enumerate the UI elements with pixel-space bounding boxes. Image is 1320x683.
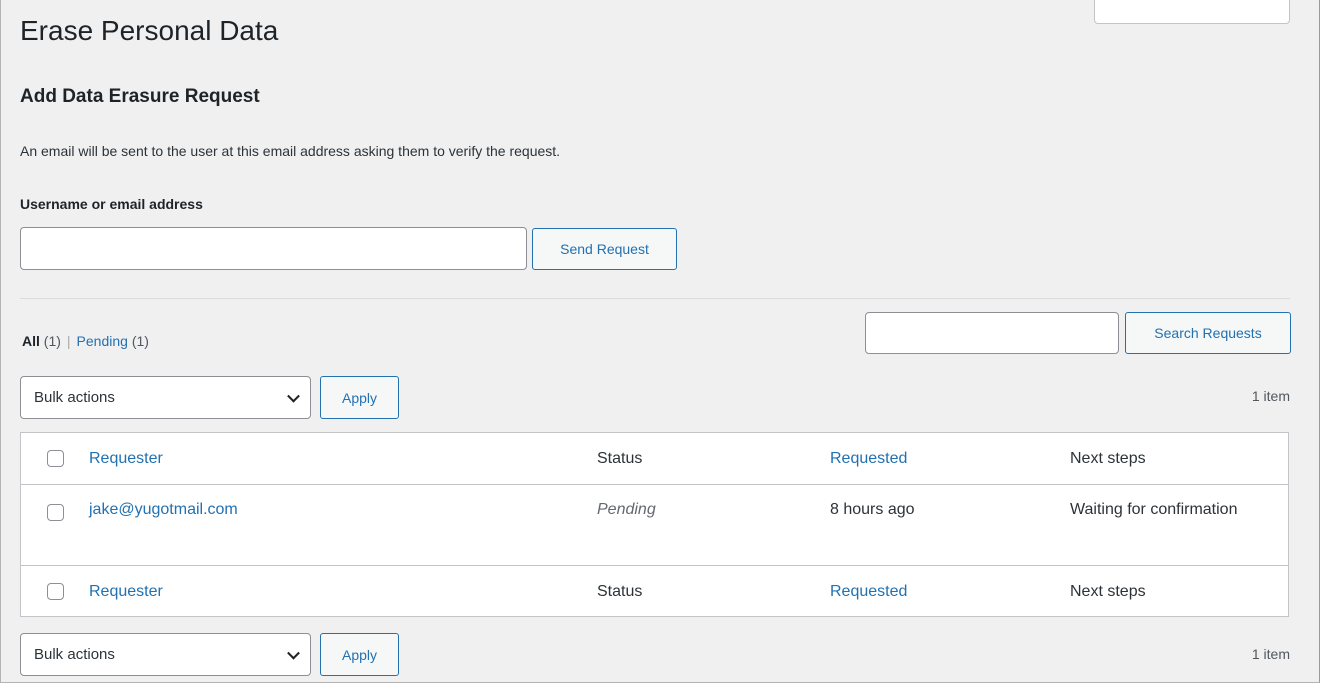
requested-value: 8 hours ago (830, 501, 915, 518)
next-steps-value: Waiting for confirmation (1070, 501, 1238, 518)
row-checkbox[interactable] (47, 504, 64, 521)
requester-email-link[interactable]: jake@yugotmail.com (89, 501, 238, 519)
column-requester[interactable]: Requester (89, 450, 163, 468)
bulk-actions-value-bottom: Bulk actions (34, 646, 115, 663)
chevron-down-icon (287, 646, 300, 660)
filter-all[interactable]: All (1) (22, 333, 61, 349)
search-requests-input[interactable] (865, 312, 1119, 354)
table-header-row: Requester Status Requested Next steps (21, 433, 1288, 485)
apply-button-bottom[interactable]: Apply (320, 633, 399, 676)
filter-separator: | (66, 333, 71, 349)
column-requested-footer[interactable]: Requested (830, 583, 907, 601)
chevron-down-icon (287, 389, 300, 403)
username-email-input[interactable] (20, 227, 527, 270)
table-row: jake@yugotmail.com Pending 8 hours ago W… (21, 485, 1288, 565)
search-requests-button[interactable]: Search Requests (1125, 312, 1291, 354)
column-requester-footer[interactable]: Requester (89, 583, 163, 601)
username-email-label: Username or email address (20, 196, 203, 212)
add-request-heading: Add Data Erasure Request (20, 86, 260, 107)
table-footer-row: Requester Status Requested Next steps (21, 565, 1288, 617)
requests-table: Requester Status Requested Next steps ja… (20, 432, 1289, 617)
item-count-top: 1 item (1251, 388, 1290, 404)
column-requested[interactable]: Requested (830, 450, 907, 468)
filter-pending[interactable]: Pending (1) (77, 333, 149, 349)
bulk-actions-select-top[interactable]: Bulk actions (20, 376, 311, 419)
page-title: Erase Personal Data (20, 15, 279, 46)
status-value: Pending (597, 501, 656, 518)
select-all-checkbox[interactable] (47, 450, 64, 467)
help-tab[interactable] (1094, 0, 1290, 24)
bulk-actions-select-bottom[interactable]: Bulk actions (20, 633, 311, 676)
status-filter-links: All (1) | Pending (1) (22, 333, 149, 349)
bulk-actions-value: Bulk actions (34, 389, 115, 406)
item-count-bottom: 1 item (1251, 646, 1290, 662)
column-status: Status (597, 450, 643, 467)
apply-button-top[interactable]: Apply (320, 376, 399, 419)
send-request-button[interactable]: Send Request (532, 228, 677, 270)
column-next-steps-footer: Next steps (1070, 583, 1146, 600)
select-all-checkbox-bottom[interactable] (47, 583, 64, 600)
column-status-footer: Status (597, 583, 643, 600)
add-request-description: An email will be sent to the user at thi… (20, 143, 561, 159)
section-divider (20, 298, 1290, 299)
column-next-steps: Next steps (1070, 450, 1146, 467)
